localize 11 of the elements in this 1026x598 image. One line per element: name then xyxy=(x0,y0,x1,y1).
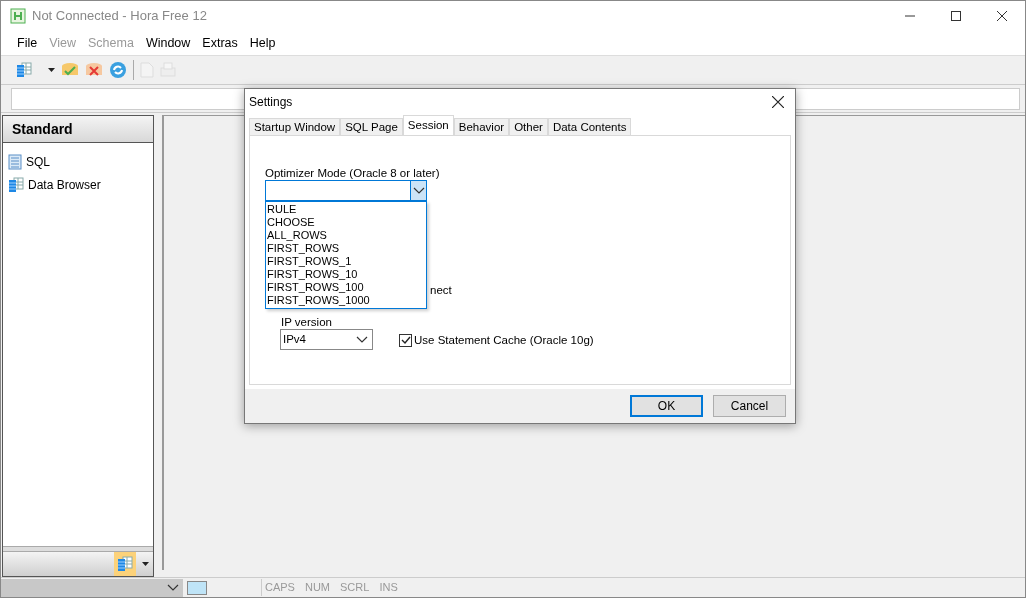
checkbox-label: Use Statement Cache (Oracle 10g) xyxy=(414,333,594,348)
status-indicator: CAPS xyxy=(265,580,295,596)
status-indicator: INS xyxy=(379,580,398,596)
status-indicator: NUM xyxy=(304,580,331,596)
field-label: IP version xyxy=(281,315,332,330)
dialog-title: Settings xyxy=(249,94,293,111)
sidebar-header: Standard xyxy=(3,116,153,143)
window-title: Not Connected - Hora Free 12 xyxy=(32,7,207,26)
status-indicator: SCRL xyxy=(340,580,370,596)
field-label: Optimizer Mode (Oracle 8 or later) xyxy=(265,167,440,179)
option-label: nect xyxy=(430,283,452,298)
